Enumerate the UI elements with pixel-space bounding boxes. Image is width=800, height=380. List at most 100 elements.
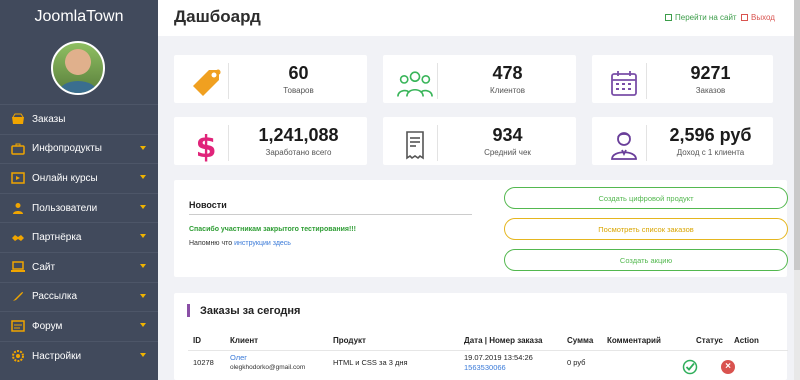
sidebar-item-label: Пользователи xyxy=(32,202,98,214)
order-sum: 0 руб xyxy=(567,358,586,367)
stat-label: Заказов xyxy=(695,86,726,95)
go-to-site-label: Перейти на сайт xyxy=(675,13,737,22)
create-promo-button[interactable]: Создать акцию xyxy=(504,249,788,271)
stat-card-average-check: 934 Средний чек xyxy=(383,117,576,165)
logout-label: Выход xyxy=(751,13,775,22)
tag-icon xyxy=(188,65,224,101)
page-title: Дашбоард xyxy=(174,7,261,26)
page-header: Дашбоард Перейти на сайт Выход xyxy=(158,0,794,36)
stat-label: Средний чек xyxy=(484,148,531,157)
brand-logo[interactable]: JoomlaTown xyxy=(0,0,158,34)
shop-icon xyxy=(10,112,26,126)
column-header: Дата | Номер заказа xyxy=(464,336,543,345)
calendar-icon xyxy=(606,65,642,101)
users-icon xyxy=(10,201,26,215)
chevron-down-icon[interactable] xyxy=(140,175,146,180)
stat-card-orders: 9271 Заказов xyxy=(592,55,773,103)
stat-value: 9271 xyxy=(690,63,731,83)
stat-label: Доход с 1 клиента xyxy=(676,148,745,157)
news-panel: Новости Спасибо участникам закрытого тес… xyxy=(174,180,788,277)
stat-value: 2,596 руб xyxy=(669,125,752,145)
dollar-icon: $ xyxy=(188,127,224,163)
column-header: ID xyxy=(193,336,201,345)
video-icon xyxy=(10,171,26,185)
go-to-site-link[interactable]: Перейти на сайт xyxy=(665,13,737,22)
stat-card-income-per-client: 2,596 руб Доход с 1 клиента xyxy=(592,117,773,165)
product-name: HTML и CSS за 3 дня xyxy=(333,358,408,367)
sidebar-item-orders[interactable]: Заказы xyxy=(0,104,158,134)
sidebar-item-mailing[interactable]: Рассылка xyxy=(0,281,158,312)
chevron-down-icon[interactable] xyxy=(140,204,146,209)
stat-card-products: 60 Товаров xyxy=(174,55,367,103)
chevron-down-icon[interactable] xyxy=(140,263,146,268)
handshake-icon xyxy=(10,231,26,245)
sidebar-item-courses[interactable]: Онлайн курсы xyxy=(0,163,158,193)
chevron-down-icon[interactable] xyxy=(140,145,146,150)
logout-icon xyxy=(741,14,748,21)
sidebar-item-label: Заказы xyxy=(32,113,66,125)
sidebar-item-users[interactable]: Пользователи xyxy=(0,192,158,223)
laptop-icon xyxy=(10,260,26,274)
page-scrollbar[interactable] xyxy=(794,0,800,380)
briefcase-icon xyxy=(10,142,26,156)
column-header: Action xyxy=(734,336,759,345)
client-name-link[interactable]: Олег xyxy=(230,353,247,362)
sidebar-item-settings[interactable]: Настройки xyxy=(0,340,158,371)
sidebar-item-partner[interactable]: Партнёрка xyxy=(0,222,158,252)
sidebar-item-forum[interactable]: Форум xyxy=(0,311,158,341)
stat-label: Заработано всего xyxy=(265,148,332,157)
column-header: Статус xyxy=(696,336,723,345)
sidebar-menu: Заказы Инфопродукты Онлайн курсы Пользов… xyxy=(0,104,158,370)
stat-value: 478 xyxy=(492,63,523,83)
sidebar-item-label: Форум xyxy=(32,320,63,332)
scrollbar-thumb[interactable] xyxy=(794,0,800,270)
sidebar-item-label: Партнёрка xyxy=(32,232,82,244)
logout-link[interactable]: Выход xyxy=(741,13,775,22)
forum-icon xyxy=(10,319,26,333)
group-icon xyxy=(397,65,433,101)
sidebar-item-site[interactable]: Сайт xyxy=(0,251,158,282)
column-header: Клиент xyxy=(230,336,259,345)
sidebar-item-label: Инфопродукты xyxy=(32,143,102,155)
stat-value: 1,241,088 xyxy=(258,125,339,145)
instructions-link[interactable]: инструкции здесь xyxy=(234,240,291,247)
order-date: 19.07.2019 13:54:26 xyxy=(464,353,533,362)
sidebar-item-label: Настройки xyxy=(32,350,82,362)
view-orders-button[interactable]: Посмотреть список заказов xyxy=(504,218,788,240)
stat-value: 60 xyxy=(288,63,309,83)
column-header: Сумма xyxy=(567,336,594,345)
news-title: Новости xyxy=(189,200,227,210)
orders-panel: Заказы за сегодня ID Клиент Продукт Дата… xyxy=(174,293,788,380)
orders-title: Заказы за сегодня xyxy=(200,305,301,317)
client-email: olegkhodorko@gmail.com xyxy=(230,364,306,371)
chevron-down-icon[interactable] xyxy=(140,293,146,298)
chevron-down-icon[interactable] xyxy=(140,323,146,328)
gear-icon xyxy=(10,349,26,363)
stat-label: Клиентов xyxy=(490,86,525,95)
avatar[interactable] xyxy=(51,41,105,95)
column-header: Комментарий xyxy=(607,336,661,345)
receipt-icon xyxy=(397,127,433,163)
news-headline: Спасибо участникам закрытого тестировани… xyxy=(189,226,356,233)
external-link-icon xyxy=(665,14,672,21)
order-id: 10278 xyxy=(193,358,214,367)
stat-card-clients: 478 Клиентов xyxy=(383,55,576,103)
sidebar: JoomlaTown Заказы Инфопродукты Онлайн ку… xyxy=(0,0,158,380)
chevron-down-icon[interactable] xyxy=(140,234,146,239)
status-ok-icon xyxy=(682,359,698,375)
sidebar-item-label: Рассылка xyxy=(32,291,78,303)
delete-order-button[interactable]: × xyxy=(721,360,735,374)
stat-card-earned: $ 1,241,088 Заработано всего xyxy=(174,117,367,165)
sidebar-item-label: Сайт xyxy=(32,261,56,273)
client-icon xyxy=(606,127,642,163)
create-product-button[interactable]: Создать цифровой продукт xyxy=(504,187,788,209)
column-header: Продукт xyxy=(333,336,366,345)
rocket-icon xyxy=(10,290,26,304)
news-text: Напомню что инструкции здесь xyxy=(189,240,291,247)
stat-label: Товаров xyxy=(283,86,314,95)
chevron-down-icon[interactable] xyxy=(140,352,146,357)
svg-text:$: $ xyxy=(196,130,217,162)
sidebar-item-label: Онлайн курсы xyxy=(32,172,98,184)
sidebar-item-infoproducts[interactable]: Инфопродукты xyxy=(0,133,158,164)
order-number-link[interactable]: 1563530066 xyxy=(464,363,506,372)
